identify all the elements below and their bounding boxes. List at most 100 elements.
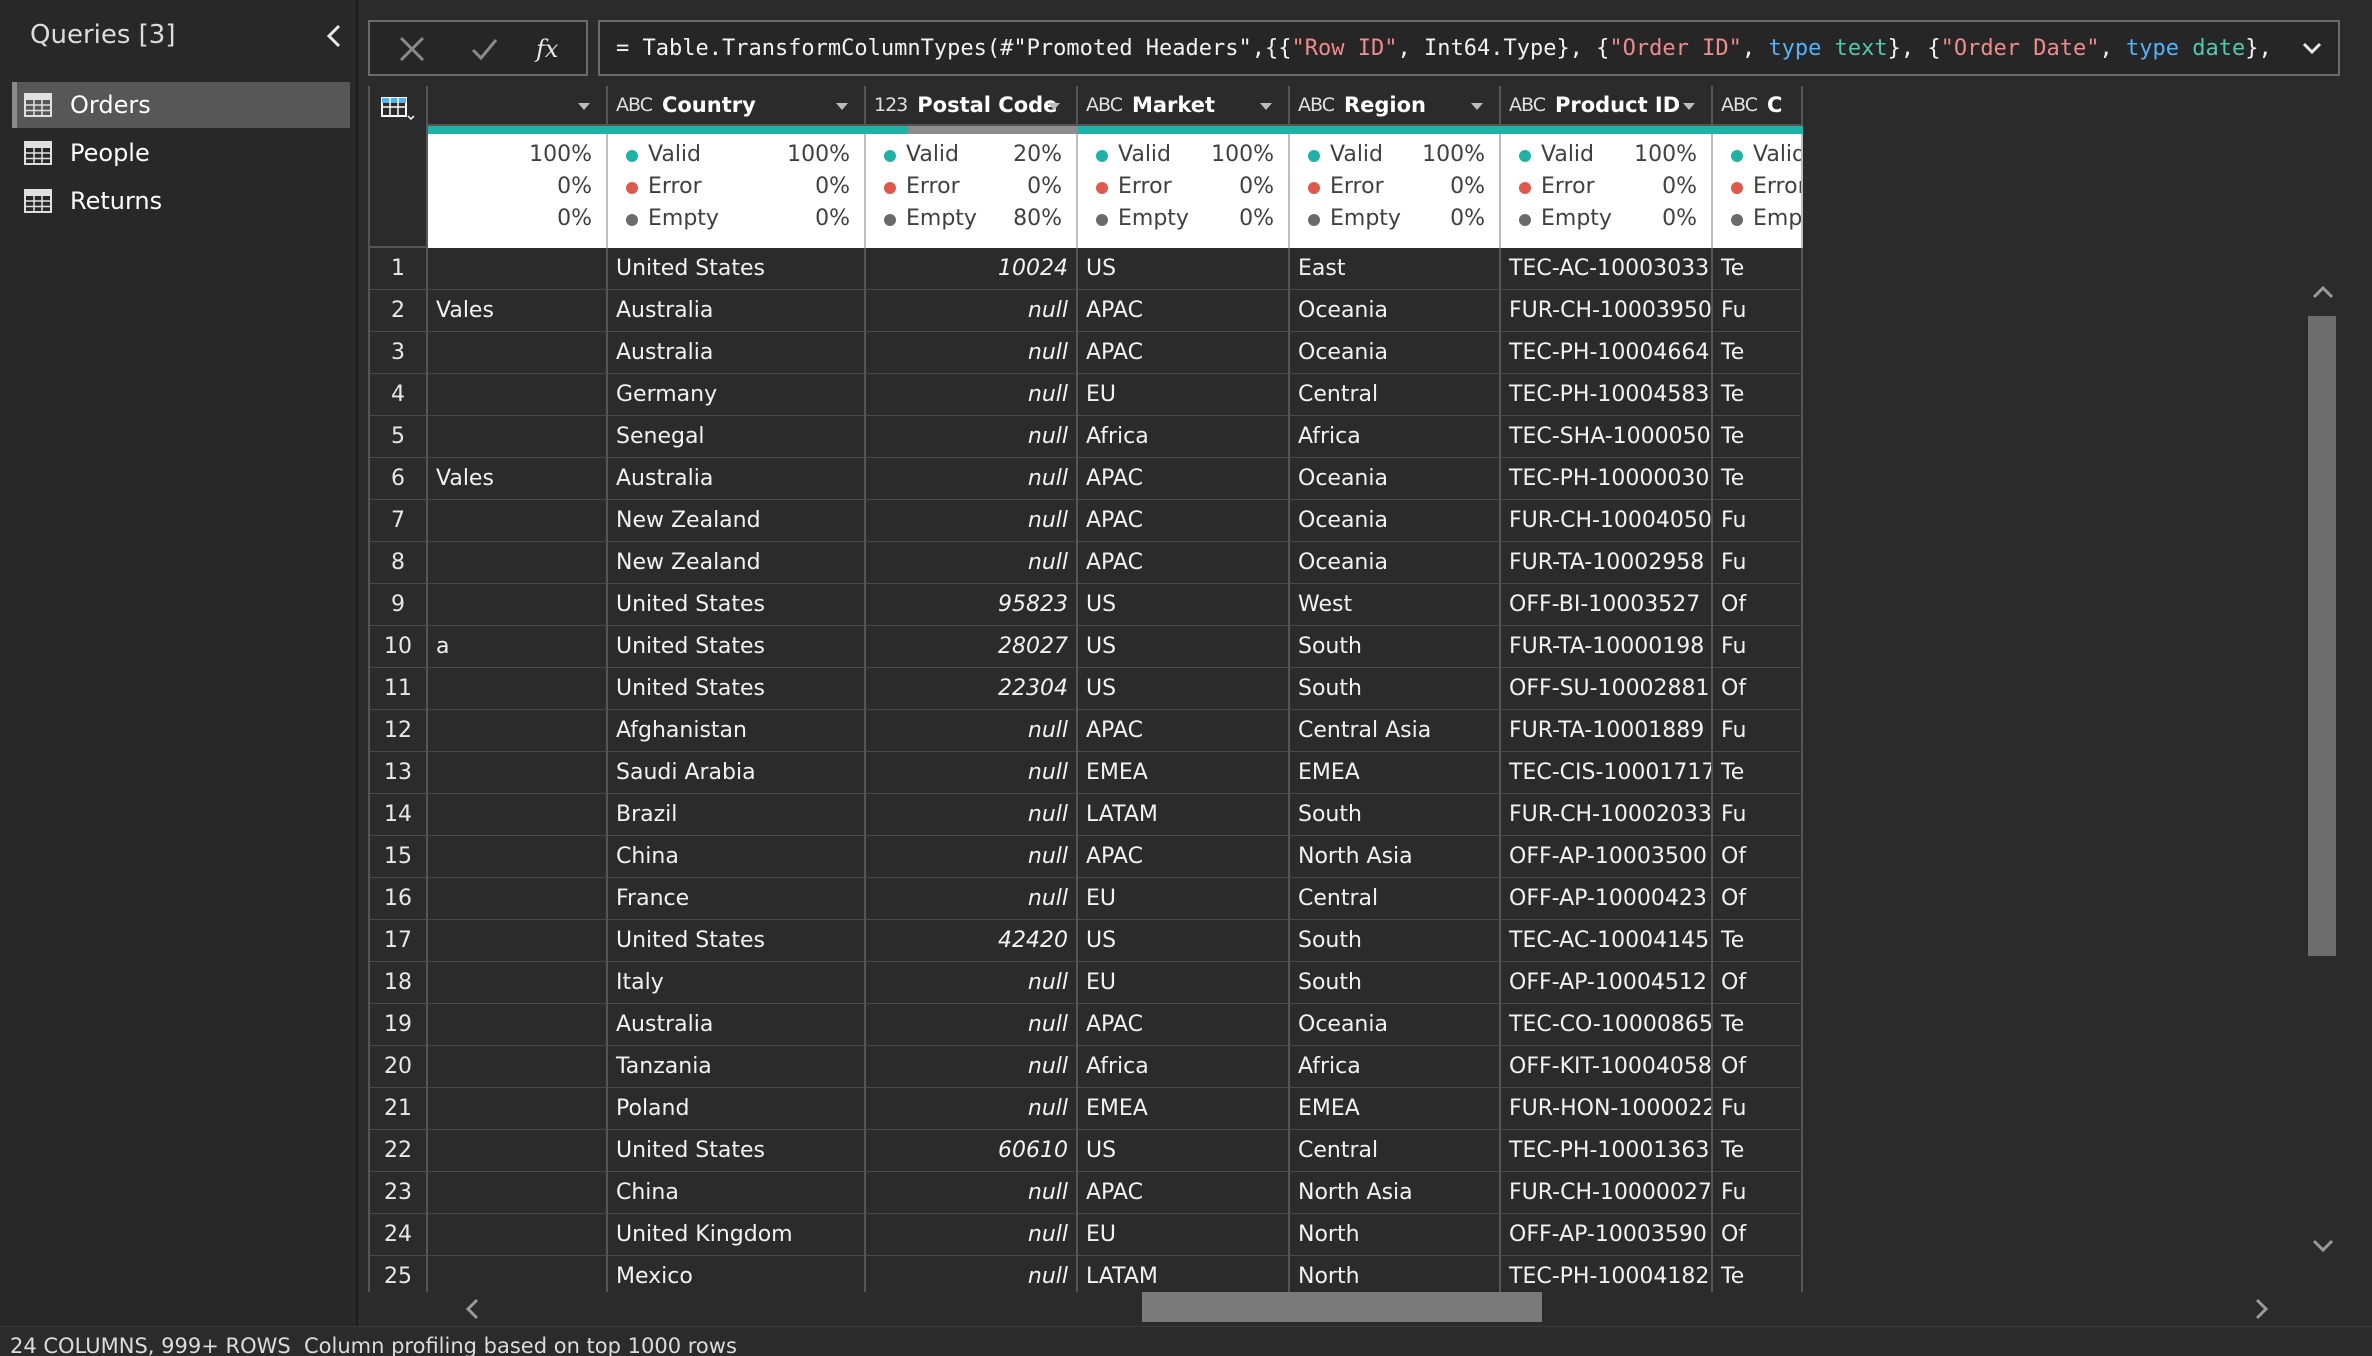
column-type-icon[interactable]: ABC: [1509, 94, 1546, 116]
cell-market[interactable]: US: [1078, 584, 1290, 626]
cell-market[interactable]: APAC: [1078, 1004, 1290, 1046]
cell-next[interactable]: Fu: [1713, 794, 1803, 836]
status-profiling-note[interactable]: Column profiling based on top 1000 rows: [304, 1331, 737, 1356]
cell-postal[interactable]: 28027: [866, 626, 1078, 668]
cell-postal[interactable]: null: [866, 416, 1078, 458]
cell-postal[interactable]: null: [866, 458, 1078, 500]
cell-next[interactable]: Te: [1713, 248, 1803, 290]
cell-market[interactable]: EU: [1078, 878, 1290, 920]
cell-product[interactable]: FUR-HON-10000224: [1501, 1088, 1713, 1130]
cell-prev[interactable]: [428, 1214, 608, 1256]
cell-country[interactable]: New Zealand: [608, 500, 866, 542]
cell-region[interactable]: Oceania: [1290, 500, 1501, 542]
cell-prev[interactable]: [428, 248, 608, 290]
cell-region[interactable]: EMEA: [1290, 752, 1501, 794]
cell-country[interactable]: United States: [608, 920, 866, 962]
cell-country[interactable]: Mexico: [608, 1256, 866, 1292]
cell-country[interactable]: China: [608, 836, 866, 878]
cell-product[interactable]: TEC-SHA-10000501: [1501, 416, 1713, 458]
cell-country[interactable]: China: [608, 1172, 866, 1214]
query-item-returns[interactable]: Returns: [12, 178, 350, 224]
cell-next[interactable]: Fu: [1713, 710, 1803, 752]
cell-country[interactable]: Germany: [608, 374, 866, 416]
cell-market[interactable]: APAC: [1078, 290, 1290, 332]
cell-product[interactable]: TEC-CIS-10001717: [1501, 752, 1713, 794]
cell-prev[interactable]: [428, 1088, 608, 1130]
cell-market[interactable]: EU: [1078, 374, 1290, 416]
cell-market[interactable]: APAC: [1078, 836, 1290, 878]
cell-postal[interactable]: 42420: [866, 920, 1078, 962]
cell-country[interactable]: United States: [608, 584, 866, 626]
function-fx-icon[interactable]: fx: [520, 26, 580, 72]
cell-prev[interactable]: [428, 962, 608, 1004]
row-number[interactable]: 23: [370, 1172, 428, 1214]
cell-region[interactable]: Oceania: [1290, 290, 1501, 332]
column-header-region[interactable]: ABC Region: [1290, 86, 1501, 126]
column-quality-country[interactable]: Valid 100% Error 0% Empty 0%: [608, 134, 866, 248]
column-header-product[interactable]: ABC Product ID: [1501, 86, 1713, 126]
cell-postal[interactable]: null: [866, 542, 1078, 584]
cell-product[interactable]: TEC-PH-10004664: [1501, 332, 1713, 374]
column-header-next[interactable]: ABC C: [1713, 86, 1803, 126]
cell-product[interactable]: TEC-PH-10001363: [1501, 1130, 1713, 1172]
row-number[interactable]: 10: [370, 626, 428, 668]
row-number[interactable]: 5: [370, 416, 428, 458]
cell-market[interactable]: EU: [1078, 1214, 1290, 1256]
vertical-scroll-thumb[interactable]: [2308, 316, 2336, 956]
cell-region[interactable]: South: [1290, 668, 1501, 710]
cell-region[interactable]: Oceania: [1290, 542, 1501, 584]
cell-country[interactable]: France: [608, 878, 866, 920]
vertical-scrollbar[interactable]: [2306, 272, 2340, 1272]
cell-prev[interactable]: [428, 878, 608, 920]
cell-postal[interactable]: null: [866, 836, 1078, 878]
cell-product[interactable]: FUR-CH-10003950: [1501, 290, 1713, 332]
commit-formula-check-icon[interactable]: [454, 26, 514, 72]
table-menu-icon[interactable]: [378, 94, 418, 124]
cell-region[interactable]: South: [1290, 962, 1501, 1004]
cell-next[interactable]: Fu: [1713, 1172, 1803, 1214]
cell-country[interactable]: Tanzania: [608, 1046, 866, 1088]
column-type-icon[interactable]: 123: [874, 94, 908, 116]
cell-product[interactable]: TEC-CO-10000865: [1501, 1004, 1713, 1046]
cell-prev[interactable]: [428, 794, 608, 836]
horizontal-scroll-thumb[interactable]: [1142, 1292, 1542, 1322]
cell-product[interactable]: OFF-AP-10003590: [1501, 1214, 1713, 1256]
cell-product[interactable]: FUR-CH-10002033: [1501, 794, 1713, 836]
row-number[interactable]: 22: [370, 1130, 428, 1172]
cell-product[interactable]: FUR-CH-10000027: [1501, 1172, 1713, 1214]
cell-next[interactable]: Fu: [1713, 542, 1803, 584]
scroll-down-chevron-icon[interactable]: [2308, 1230, 2338, 1260]
cell-postal[interactable]: null: [866, 1088, 1078, 1130]
cell-postal[interactable]: null: [866, 1004, 1078, 1046]
cell-prev[interactable]: [428, 1256, 608, 1292]
cell-next[interactable]: Fu: [1713, 626, 1803, 668]
cell-region[interactable]: Central Asia: [1290, 710, 1501, 752]
cell-prev[interactable]: [428, 752, 608, 794]
cell-prev[interactable]: [428, 332, 608, 374]
cell-product[interactable]: TEC-AC-10003033: [1501, 248, 1713, 290]
cell-postal[interactable]: null: [866, 752, 1078, 794]
cell-product[interactable]: OFF-AP-10004512: [1501, 962, 1713, 1004]
cell-country[interactable]: Afghanistan: [608, 710, 866, 752]
formula-text[interactable]: = Table.TransformColumnTypes(#"Promoted …: [616, 36, 2272, 61]
cell-region[interactable]: Africa: [1290, 416, 1501, 458]
cell-prev[interactable]: [428, 1046, 608, 1088]
cancel-formula-icon[interactable]: [382, 26, 442, 72]
cell-postal[interactable]: null: [866, 500, 1078, 542]
column-filter-dropdown-icon[interactable]: [1467, 96, 1487, 116]
row-number[interactable]: 12: [370, 710, 428, 752]
column-filter-dropdown-icon[interactable]: [1679, 96, 1699, 116]
cell-region[interactable]: Central: [1290, 374, 1501, 416]
cell-product[interactable]: OFF-AP-10003500: [1501, 836, 1713, 878]
cell-postal[interactable]: null: [866, 1046, 1078, 1088]
cell-product[interactable]: OFF-AP-10000423: [1501, 878, 1713, 920]
row-number[interactable]: 3: [370, 332, 428, 374]
cell-market[interactable]: US: [1078, 626, 1290, 668]
cell-postal[interactable]: null: [866, 1214, 1078, 1256]
cell-prev[interactable]: [428, 500, 608, 542]
cell-next[interactable]: Te: [1713, 458, 1803, 500]
cell-postal[interactable]: 22304: [866, 668, 1078, 710]
cell-market[interactable]: APAC: [1078, 500, 1290, 542]
cell-country[interactable]: United States: [608, 1130, 866, 1172]
cell-market[interactable]: Africa: [1078, 416, 1290, 458]
